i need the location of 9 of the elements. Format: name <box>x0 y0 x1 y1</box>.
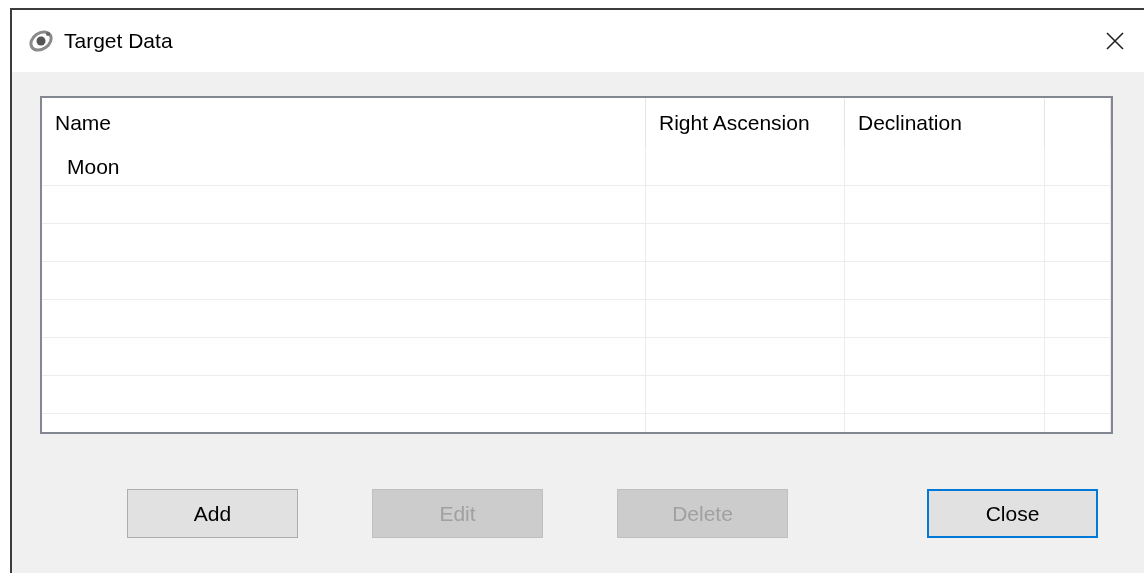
window-title: Target Data <box>64 28 173 55</box>
column-header[interactable]: Declination <box>845 98 1045 148</box>
column-header[interactable]: Name <box>42 98 646 148</box>
galaxy-icon <box>28 28 54 54</box>
table-row[interactable]: Moon <box>42 148 1111 186</box>
column-header[interactable]: Right Ascension <box>646 98 845 148</box>
table-cell: Moon <box>42 148 646 185</box>
dialog-button[interactable]: Add <box>127 489 298 538</box>
dialog-button[interactable]: Close <box>927 489 1098 538</box>
